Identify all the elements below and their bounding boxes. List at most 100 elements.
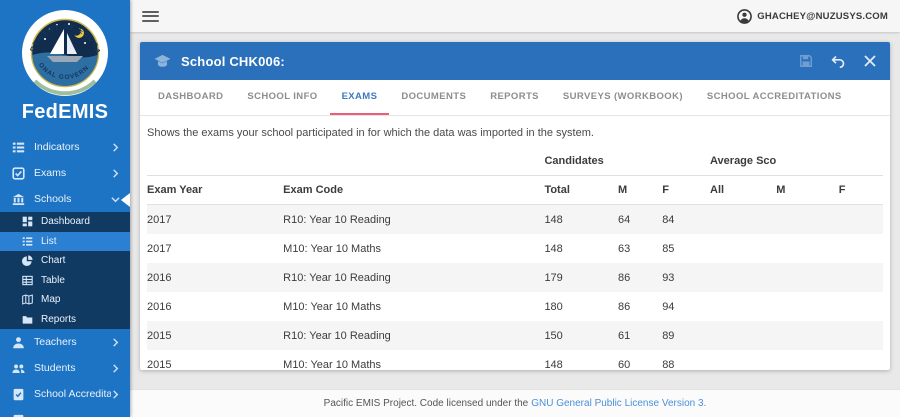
sidebar-item-label: Exams — [34, 167, 111, 179]
tab-school-accreditations[interactable]: SCHOOL ACCREDITATIONS — [695, 80, 854, 115]
cell-avg-m — [776, 234, 839, 263]
undo-button[interactable] — [831, 55, 846, 68]
tab-school-info[interactable]: SCHOOL INFO — [235, 80, 329, 115]
sidebar-item-school-accreditations[interactable]: School Accreditations — [0, 381, 130, 407]
cell-avg-all — [710, 321, 776, 350]
sidebar-item-label: Teachers — [34, 336, 111, 348]
empty-group-cell — [776, 147, 839, 176]
chevron-right-icon — [111, 143, 120, 152]
cell-exam-year: 2016 — [147, 292, 283, 321]
col-avg-all: All — [710, 176, 776, 205]
hamburger-icon[interactable] — [142, 9, 159, 24]
cell-avg-f — [839, 205, 883, 235]
sidebar-item-table[interactable]: Table — [0, 271, 130, 291]
tab-dashboard[interactable]: DASHBOARD — [146, 80, 235, 115]
cell-f: 88 — [662, 350, 710, 370]
table-group-header-row: Candidates Average Score — [147, 147, 883, 176]
cell-f: 84 — [662, 205, 710, 235]
cell-total: 148 — [544, 234, 618, 263]
department-of-education-seal: DEPARTMENT OF EDUCATION NATIONAL GOVERNM… — [21, 9, 109, 97]
save-button[interactable] — [799, 54, 813, 68]
sidebar-item-label: School Accreditations — [34, 388, 111, 400]
tab-surveys-workbook[interactable]: SURVEYS (WORKBOOK) — [551, 80, 695, 115]
cell-exam-code: M10: Year 10 Maths — [283, 350, 544, 370]
tab-reports[interactable]: REPORTS — [478, 80, 551, 115]
col-avg-m: M — [776, 176, 839, 205]
table-row: 2015 M10: Year 10 Maths 148 60 88 — [147, 350, 883, 370]
dashboard-icon — [22, 216, 33, 227]
sidebar-item-label: List — [41, 236, 120, 247]
gnu-license-link[interactable]: GNU General Public License Version 3. — [531, 398, 706, 409]
sidebar-item-list[interactable]: List — [0, 232, 130, 252]
sidebar-item-chart[interactable]: Chart — [0, 251, 130, 271]
sidebar-item-students[interactable]: Students — [0, 355, 130, 381]
cell-avg-all — [710, 234, 776, 263]
sidebar-item-label: Table — [41, 275, 120, 286]
tab-exams[interactable]: EXAMS — [330, 80, 390, 115]
empty-group-cell — [283, 147, 544, 176]
chevron-right-icon — [111, 169, 120, 178]
cell-avg-f — [839, 292, 883, 321]
schools-submenu: Dashboard List Chart Table Map — [0, 212, 130, 329]
chevron-down-icon — [111, 195, 120, 204]
sidebar: DEPARTMENT OF EDUCATION NATIONAL GOVERNM… — [0, 0, 130, 417]
cell-total: 148 — [544, 350, 618, 370]
brand-fedemis: FedEMIS — [22, 101, 109, 124]
main-area: GHACHEY@NUZUSYS.COM School CHK006: — [130, 0, 900, 417]
cell-exam-code: R10: Year 10 Reading — [283, 205, 544, 235]
sidebar-item-schools[interactable]: Schools — [0, 186, 130, 212]
page-title: School CHK006: — [181, 54, 285, 69]
active-section-arrow — [121, 193, 130, 207]
sidebar-item-dashboard[interactable]: Dashboard — [0, 212, 130, 232]
save-icon — [799, 54, 813, 68]
cell-exam-year: 2015 — [147, 321, 283, 350]
page-footer: Pacific EMIS Project. Code licensed unde… — [130, 389, 900, 417]
cell-f: 85 — [662, 234, 710, 263]
user-email: GHACHEY@NUZUSYS.COM — [757, 11, 888, 22]
cell-total: 179 — [544, 263, 618, 292]
cell-avg-m — [776, 350, 839, 370]
cell-exam-code: R10: Year 10 Reading — [283, 263, 544, 292]
footer-text: Pacific EMIS Project. Code licensed unde… — [324, 398, 529, 409]
cell-avg-all — [710, 292, 776, 321]
card-header-actions — [799, 54, 876, 68]
logo-area: DEPARTMENT OF EDUCATION NATIONAL GOVERNM… — [0, 0, 130, 134]
exams-icon — [12, 167, 25, 180]
students-icon — [12, 362, 25, 375]
tab-description: Shows the exams your school participated… — [140, 116, 890, 145]
cell-avg-all — [710, 263, 776, 292]
col-exam-year: Exam Year — [147, 176, 283, 205]
sidebar-item-indicators[interactable]: Indicators — [0, 134, 130, 160]
cell-avg-all — [710, 205, 776, 235]
undo-icon — [831, 55, 846, 68]
table-row: 2016 M10: Year 10 Maths 180 86 94 — [147, 292, 883, 321]
tab-documents[interactable]: DOCUMENTS — [389, 80, 478, 115]
sidebar-item-partial[interactable] — [0, 407, 130, 417]
cell-m: 86 — [618, 263, 662, 292]
cell-exam-year: 2015 — [147, 350, 283, 370]
close-icon — [864, 55, 876, 67]
group-header-candidates: Candidates — [544, 147, 618, 176]
empty-group-cell — [147, 147, 283, 176]
cell-avg-f — [839, 234, 883, 263]
cell-f: 89 — [662, 321, 710, 350]
col-candidates-m: M — [618, 176, 662, 205]
indicators-icon — [12, 141, 25, 154]
sidebar-item-reports[interactable]: Reports — [0, 310, 130, 330]
chevron-right-icon — [111, 338, 120, 347]
cell-m: 86 — [618, 292, 662, 321]
user-menu[interactable]: GHACHEY@NUZUSYS.COM — [737, 9, 888, 24]
sidebar-item-exams[interactable]: Exams — [0, 160, 130, 186]
generic-icon — [12, 414, 25, 417]
chevron-right-icon — [111, 364, 120, 373]
page-content: School CHK006: DASHBOARD — [130, 32, 900, 389]
cell-f: 93 — [662, 263, 710, 292]
sidebar-item-map[interactable]: Map — [0, 290, 130, 310]
teachers-icon — [12, 336, 25, 349]
app-window: DEPARTMENT OF EDUCATION NATIONAL GOVERNM… — [0, 0, 900, 417]
sidebar-item-label: Indicators — [34, 141, 111, 153]
close-button[interactable] — [864, 55, 876, 67]
sidebar-item-teachers[interactable]: Teachers — [0, 329, 130, 355]
map-icon — [22, 294, 33, 305]
cell-total: 150 — [544, 321, 618, 350]
